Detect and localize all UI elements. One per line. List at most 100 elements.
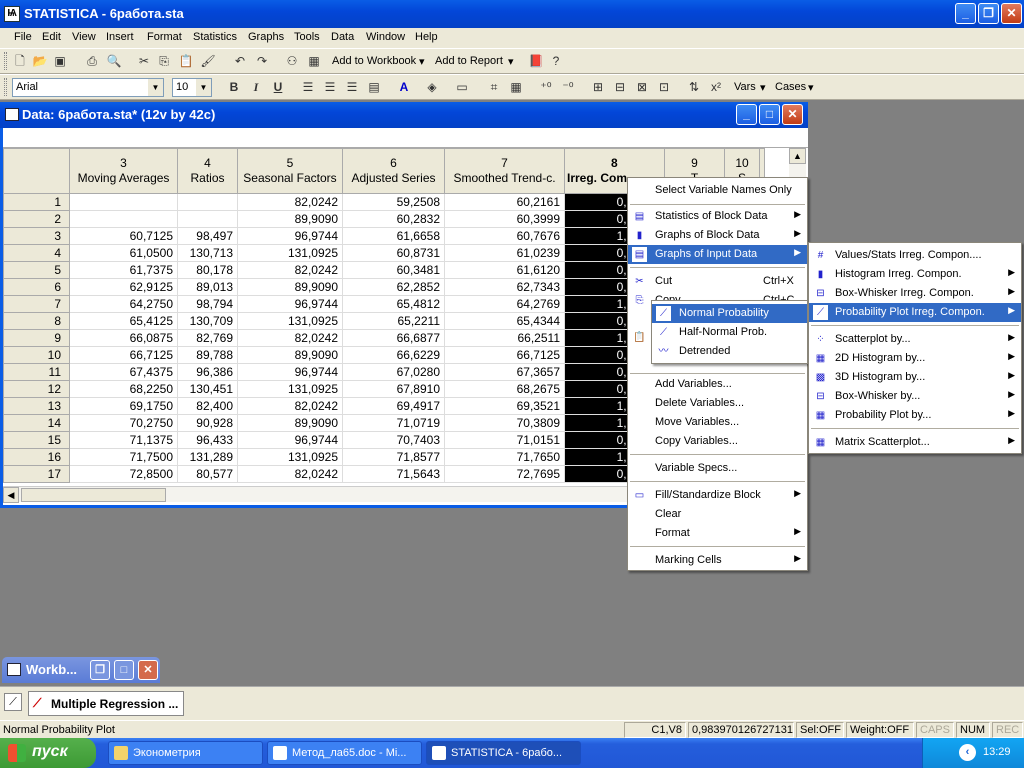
- fill-color-icon[interactable]: ◈: [424, 79, 440, 95]
- table-cell[interactable]: 80,178: [177, 261, 238, 279]
- table-cell[interactable]: 71,1375: [69, 431, 178, 449]
- table-cell[interactable]: 80,577: [177, 465, 238, 483]
- table-cell[interactable]: 131,0925: [237, 380, 343, 398]
- column-header[interactable]: 7 Smoothed Trend-c.: [444, 148, 565, 194]
- row-header[interactable]: 9: [3, 329, 70, 347]
- table-cell[interactable]: 66,6229: [342, 346, 445, 364]
- row-header[interactable]: 16: [3, 448, 70, 466]
- table-cell[interactable]: 131,289: [177, 448, 238, 466]
- table-cell[interactable]: 66,7125: [444, 346, 565, 364]
- cases-arrow[interactable]: ▾: [808, 81, 814, 94]
- table-cell[interactable]: 66,0875: [69, 329, 178, 347]
- table-cell[interactable]: 61,0239: [444, 244, 565, 262]
- table-cell[interactable]: 60,8731: [342, 244, 445, 262]
- table-cell[interactable]: 65,2211: [342, 312, 445, 330]
- table-cell[interactable]: 82,0242: [237, 193, 343, 211]
- row-header[interactable]: 10: [3, 346, 70, 364]
- row-header[interactable]: 14: [3, 414, 70, 432]
- table-cell[interactable]: 71,0151: [444, 431, 565, 449]
- table-cell[interactable]: 66,7125: [69, 346, 178, 364]
- table-cell[interactable]: 64,2750: [69, 295, 178, 313]
- table-cell[interactable]: 60,2832: [342, 210, 445, 228]
- table-cell[interactable]: 131,0925: [237, 244, 343, 262]
- table-cell[interactable]: 82,0242: [237, 329, 343, 347]
- table-cell[interactable]: 59,2508: [342, 193, 445, 211]
- table-cell[interactable]: 65,4344: [444, 312, 565, 330]
- tag-icon[interactable]: ⌗: [486, 79, 502, 95]
- corner-cell[interactable]: [3, 148, 70, 194]
- close-button[interactable]: ✕: [1001, 3, 1022, 24]
- print-icon[interactable]: ⎙: [84, 53, 100, 69]
- tray-arrow-icon[interactable]: ‹: [959, 744, 976, 761]
- table-cell[interactable]: 69,1750: [69, 397, 178, 415]
- menu-item-values-stats[interactable]: # Values/Stats Irreg. Compon....: [809, 246, 1021, 265]
- menu-item-detrended[interactable]: 〰 Detrended: [652, 342, 807, 361]
- underline-button[interactable]: U: [270, 79, 286, 95]
- menu-item-box-whisker-by[interactable]: ⊟ Box-Whisker by... ▶: [809, 387, 1021, 406]
- table-cell[interactable]: [177, 193, 238, 211]
- table-cell[interactable]: 68,2675: [444, 380, 565, 398]
- row-header[interactable]: 7: [3, 295, 70, 313]
- table-cell[interactable]: 89,9090: [237, 414, 343, 432]
- status-sel[interactable]: Sel:OFF: [796, 722, 844, 738]
- align-left-icon[interactable]: ☰: [300, 79, 316, 95]
- table-cell[interactable]: 60,2161: [444, 193, 565, 211]
- horizontal-scroll-thumb[interactable]: [21, 488, 166, 502]
- spreadsheet-icon-3[interactable]: ⊠: [634, 79, 650, 95]
- font-color-icon[interactable]: A: [396, 79, 412, 95]
- table-cell[interactable]: 96,386: [177, 363, 238, 381]
- add-to-report-button[interactable]: Add to Report: [435, 55, 503, 67]
- table-cell[interactable]: 68,2250: [69, 380, 178, 398]
- scroll-up-icon[interactable]: ▲: [789, 148, 806, 164]
- redo-icon[interactable]: ↷: [254, 53, 270, 69]
- column-header[interactable]: 6 Adjusted Series: [342, 148, 445, 194]
- menu-item-cut[interactable]: ✂ Cut Ctrl+X: [628, 272, 807, 291]
- spreadsheet-icon-1[interactable]: ⊞: [590, 79, 606, 95]
- table-cell[interactable]: 71,0719: [342, 414, 445, 432]
- menu-item-box-whisker[interactable]: ⊟ Box-Whisker Irreg. Compon. ▶: [809, 284, 1021, 303]
- row-header[interactable]: 1: [3, 193, 70, 211]
- statistica-app-icon[interactable]: Ѩ: [4, 6, 20, 22]
- open-folder-icon[interactable]: 📂: [32, 53, 48, 69]
- menu-item-normal-probability[interactable]: ⟋ Normal Probability: [652, 304, 807, 323]
- table-cell[interactable]: [69, 193, 178, 211]
- workbook-restore-button[interactable]: ❐: [90, 660, 110, 680]
- cut-icon[interactable]: ✂: [136, 53, 152, 69]
- menu-item-clear[interactable]: Clear: [628, 505, 807, 524]
- table-cell[interactable]: 72,8500: [69, 465, 178, 483]
- book-icon[interactable]: 📕: [528, 53, 544, 69]
- row-header[interactable]: 12: [3, 380, 70, 398]
- table-cell[interactable]: 60,7676: [444, 227, 565, 245]
- data-maximize-button[interactable]: □: [759, 104, 780, 125]
- menu-item-probability-plot[interactable]: ⟋ Probability Plot Irreg. Compon. ▶: [809, 303, 1021, 322]
- grid-icon[interactable]: ▦: [508, 79, 524, 95]
- table-cell[interactable]: 131,0925: [237, 312, 343, 330]
- toolbar-grip[interactable]: [4, 78, 7, 96]
- bold-button[interactable]: B: [226, 79, 242, 95]
- row-header[interactable]: 11: [3, 363, 70, 381]
- italic-button[interactable]: I: [248, 79, 264, 95]
- table-cell[interactable]: [69, 210, 178, 228]
- table-cell[interactable]: 64,2769: [444, 295, 565, 313]
- border-icon[interactable]: ▭: [454, 79, 470, 95]
- table-cell[interactable]: 62,2852: [342, 278, 445, 296]
- taskbar-item-statistica[interactable]: STATISTICA - 6рабо...: [426, 741, 581, 765]
- minimized-workbook-window[interactable]: Workb... ❐ □ ✕: [2, 657, 160, 683]
- spreadsheet-icon[interactable]: [5, 108, 19, 121]
- table-cell[interactable]: 61,7375: [69, 261, 178, 279]
- table-cell[interactable]: 60,3999: [444, 210, 565, 228]
- chevron-down-icon[interactable]: ▼: [148, 79, 163, 96]
- workbook-close-button[interactable]: ✕: [138, 660, 158, 680]
- menu-item-graphs-block[interactable]: ▮ Graphs of Block Data ▶: [628, 226, 807, 245]
- table-cell[interactable]: 67,8910: [342, 380, 445, 398]
- row-header[interactable]: 2: [3, 210, 70, 228]
- spreadsheet-icon-2[interactable]: ⊟: [612, 79, 628, 95]
- table-cell[interactable]: 61,6120: [444, 261, 565, 279]
- undo-icon[interactable]: ↶: [232, 53, 248, 69]
- table-cell[interactable]: 96,9744: [237, 295, 343, 313]
- align-center-icon[interactable]: ☰: [322, 79, 338, 95]
- table-cell[interactable]: 89,9090: [237, 346, 343, 364]
- status-weight[interactable]: Weight:OFF: [846, 722, 914, 738]
- analysis-bar-icon[interactable]: ⟋: [4, 693, 22, 711]
- row-header[interactable]: 5: [3, 261, 70, 279]
